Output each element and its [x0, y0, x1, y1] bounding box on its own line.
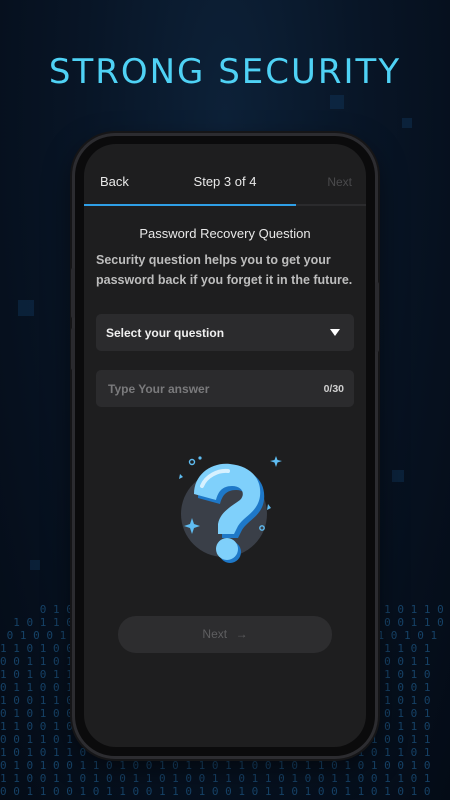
next-button-label: Next — [202, 627, 228, 641]
arrow-right-icon: → — [235, 627, 248, 641]
phone-volume-button — [71, 328, 75, 370]
question-select[interactable]: Select your question — [96, 314, 354, 351]
character-counter: 0/30 — [323, 383, 344, 395]
section-description: Security question helps you to get your … — [96, 253, 353, 287]
answer-field[interactable]: 0/30 — [96, 370, 354, 407]
phone-power-button — [375, 282, 379, 352]
phone-volume-button — [71, 268, 75, 318]
next-button-top[interactable]: Next — [327, 175, 352, 189]
question-mark-illustration — [172, 456, 284, 566]
progress-bar-fill — [84, 204, 296, 206]
headline: STRONG SECURITY — [48, 52, 402, 92]
progress-bar — [84, 204, 366, 206]
next-button[interactable]: Next → — [118, 616, 332, 653]
step-indicator: Step 3 of 4 — [193, 174, 257, 189]
phone-screen: Back Step 3 of 4 Next Password Recovery … — [84, 144, 366, 747]
top-bar: Back Step 3 of 4 Next — [84, 144, 366, 202]
answer-input[interactable] — [96, 370, 320, 407]
caret-down-icon — [330, 329, 340, 336]
question-mark-icon — [179, 456, 282, 563]
section-title: Password Recovery Question — [139, 226, 311, 241]
question-select-label: Select your question — [106, 326, 225, 340]
